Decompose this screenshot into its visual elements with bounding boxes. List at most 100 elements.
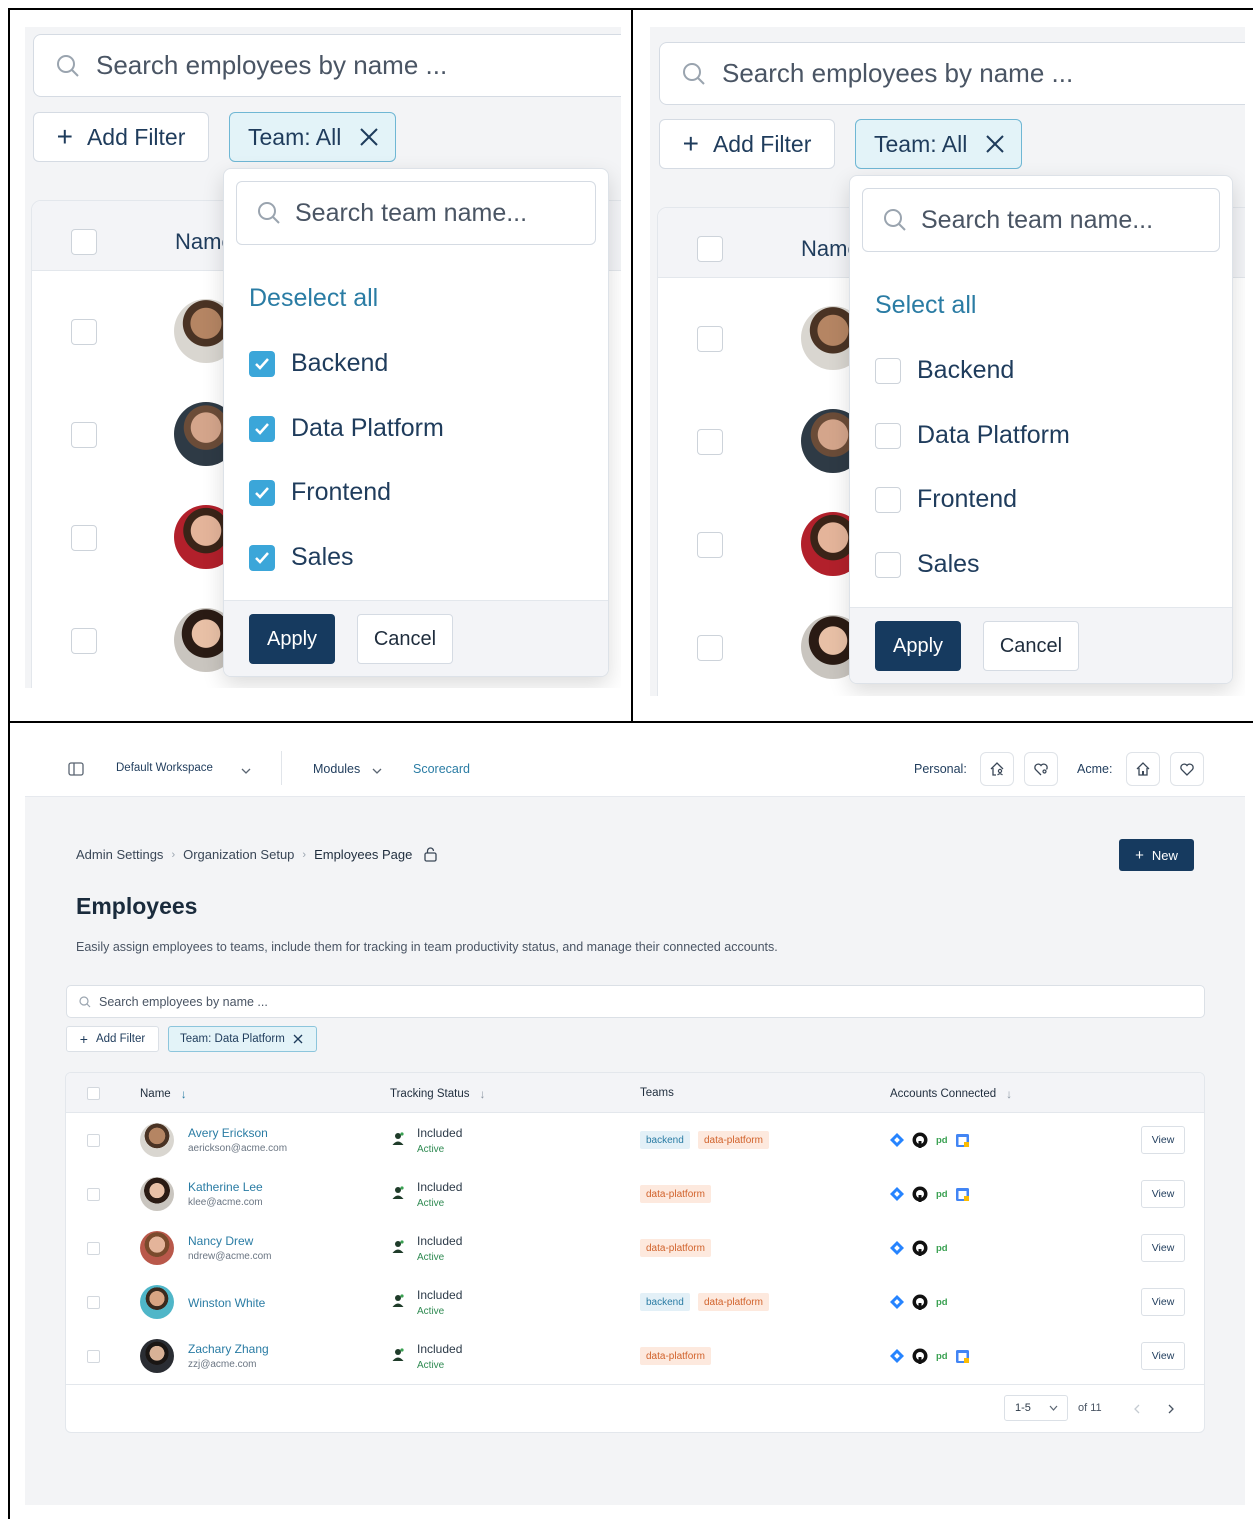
option-label: Data Platform [917, 421, 1070, 449]
workspace-selector[interactable]: Default Workspace [116, 762, 213, 774]
search-input[interactable]: Search employees by name ... [66, 985, 1205, 1018]
scorecard-link[interactable]: Scorecard [413, 762, 470, 776]
header-accounts-connected[interactable]: Accounts Connected ↓ [890, 1087, 1012, 1101]
add-filter-label: Add Filter [95, 1033, 146, 1045]
checkbox-unchecked[interactable] [875, 551, 901, 578]
employee-name-link[interactable]: Avery Erickson [188, 1126, 268, 1140]
employee-name-link[interactable]: Winston White [188, 1296, 265, 1310]
view-button[interactable]: View [1141, 1180, 1185, 1208]
search-input[interactable]: Search employees by name ... [659, 42, 1245, 105]
view-button[interactable]: View [1141, 1342, 1185, 1370]
add-filter-button[interactable]: + Add Filter [33, 112, 209, 162]
apply-button[interactable]: Apply [875, 621, 961, 671]
row-checkbox[interactable] [697, 326, 723, 352]
employee-name-link[interactable]: Zachary Zhang [188, 1342, 269, 1356]
table-row[interactable]: Katherine Lee klee@acme.com Included Act… [66, 1167, 1204, 1221]
row-checkbox[interactable] [87, 1188, 100, 1201]
page-range-select[interactable]: 1-5 [1004, 1395, 1068, 1421]
close-icon[interactable] [293, 1034, 303, 1044]
view-button[interactable]: View [1141, 1126, 1185, 1154]
checkbox-checked[interactable] [249, 479, 275, 506]
acme-favorites-button[interactable] [1170, 752, 1204, 786]
modules-menu[interactable]: Modules [313, 762, 360, 776]
lock-icon[interactable] [424, 847, 438, 862]
checkbox-unchecked[interactable] [875, 422, 901, 449]
new-button[interactable]: + New [1119, 839, 1194, 871]
row-checkbox[interactable] [697, 532, 723, 558]
team-option-frontend[interactable]: Frontend [249, 478, 391, 507]
personal-home-button[interactable] [980, 752, 1014, 786]
row-checkbox[interactable] [87, 1242, 100, 1255]
chevron-left-icon[interactable] [1133, 1404, 1141, 1414]
team-option-data-platform[interactable]: Data Platform [249, 414, 444, 443]
chevron-down-icon[interactable] [372, 768, 382, 774]
row-checkbox[interactable] [697, 635, 723, 661]
header-tracking-status[interactable]: Tracking Status ↓ [390, 1087, 485, 1101]
header-name[interactable]: Name ↓ [140, 1087, 187, 1101]
employee-name-link[interactable]: Katherine Lee [188, 1180, 263, 1194]
checkbox-checked[interactable] [249, 544, 275, 571]
row-checkbox[interactable] [697, 429, 723, 455]
team-tag-data-platform: data-platform [640, 1239, 711, 1257]
employee-name-link[interactable]: Nancy Drew [188, 1234, 253, 1248]
team-option-sales[interactable]: Sales [875, 550, 980, 579]
team-option-data-platform[interactable]: Data Platform [875, 421, 1070, 450]
team-option-sales[interactable]: Sales [249, 543, 354, 572]
cancel-button[interactable]: Cancel [983, 621, 1079, 671]
apply-button[interactable]: Apply [249, 614, 335, 664]
connected-accounts: pd [890, 1131, 977, 1149]
team-filter-chip[interactable]: Team: Data Platform [168, 1026, 317, 1052]
avatar [140, 1339, 174, 1373]
table-row[interactable]: Nancy Drew ndrew@acme.com Included Activ… [66, 1221, 1204, 1275]
team-option-backend[interactable]: Backend [249, 349, 388, 378]
row-checkbox[interactable] [71, 422, 97, 448]
deselect-all-link[interactable]: Deselect all [249, 284, 378, 313]
checkbox-unchecked[interactable] [875, 357, 901, 384]
header-name-label: Name [140, 1088, 171, 1100]
breadcrumb-admin-settings[interactable]: Admin Settings [76, 847, 163, 862]
table-row[interactable]: Zachary Zhang zzj@acme.com Included Acti… [66, 1329, 1204, 1383]
personal-favorites-button[interactable] [1024, 752, 1058, 786]
team-search-input[interactable]: Search team name... [236, 181, 596, 245]
row-checkbox[interactable] [71, 319, 97, 345]
breadcrumb-organization-setup[interactable]: Organization Setup [183, 847, 294, 862]
add-filter-button[interactable]: + Add Filter [659, 119, 835, 169]
chevron-right-icon[interactable] [1167, 1404, 1175, 1414]
close-icon[interactable] [985, 134, 1005, 154]
tracking-status: Included [417, 1288, 463, 1302]
checkbox-unchecked[interactable] [875, 486, 901, 513]
select-all-checkbox[interactable] [87, 1087, 100, 1100]
team-filter-chip[interactable]: Team: All [855, 119, 1022, 169]
team-option-backend[interactable]: Backend [875, 356, 1014, 385]
team-option-frontend[interactable]: Frontend [875, 485, 1017, 514]
team-filter-chip[interactable]: Team: All [229, 112, 396, 162]
checkbox-checked[interactable] [249, 415, 275, 442]
table-row[interactable]: Winston White Included Active backend da… [66, 1275, 1204, 1329]
select-all-checkbox[interactable] [697, 236, 723, 262]
view-button[interactable]: View [1141, 1288, 1185, 1316]
team-search-input[interactable]: Search team name... [862, 188, 1220, 252]
row-checkbox[interactable] [71, 628, 97, 654]
close-icon[interactable] [359, 127, 379, 147]
connected-accounts: pd [890, 1293, 956, 1311]
view-button[interactable]: View [1141, 1234, 1185, 1262]
chevron-down-icon[interactable] [241, 768, 251, 774]
sort-arrow-icon[interactable]: ↓ [479, 1087, 485, 1101]
checkbox-checked[interactable] [249, 350, 275, 377]
cancel-button[interactable]: Cancel [357, 614, 453, 664]
table-row[interactable]: Avery Erickson aerickson@acme.com Includ… [66, 1113, 1204, 1167]
select-all-checkbox[interactable] [71, 229, 97, 255]
row-checkbox[interactable] [87, 1296, 100, 1309]
sidebar-toggle-icon[interactable] [68, 762, 84, 776]
row-checkbox[interactable] [87, 1350, 100, 1363]
add-filter-button[interactable]: + Add Filter [66, 1026, 159, 1052]
option-label: Backend [917, 356, 1015, 384]
row-checkbox[interactable] [71, 525, 97, 551]
row-checkbox[interactable] [87, 1134, 100, 1147]
search-input[interactable]: Search employees by name ... [33, 34, 621, 97]
acme-home-button[interactable] [1126, 752, 1160, 786]
sort-arrow-icon[interactable]: ↓ [181, 1087, 187, 1101]
sort-arrow-icon[interactable]: ↓ [1006, 1087, 1012, 1101]
select-all-link[interactable]: Select all [875, 291, 976, 320]
team-search-placeholder: Search team name... [295, 198, 528, 227]
